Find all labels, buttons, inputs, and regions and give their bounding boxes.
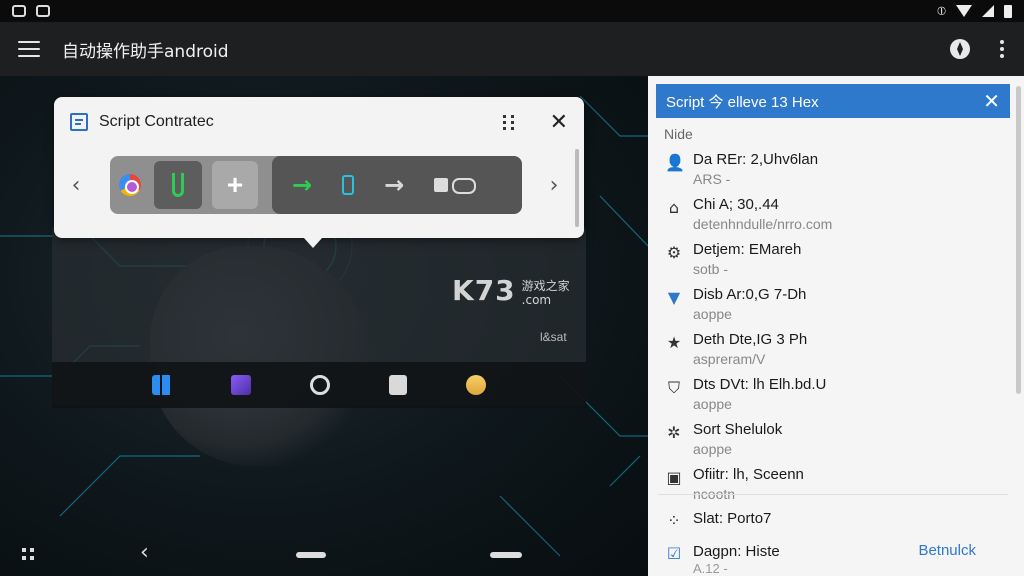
star-icon: ★ [666,333,682,352]
list-item-title: Dts DVt: lh Elh.bd.U [693,376,827,393]
list-item[interactable]: ⁘ Slat: Porto7 [648,509,1008,531]
apps-grid-icon[interactable] [22,548,34,560]
list-item-subtitle: aoppe [693,396,732,412]
list-item-title: Slat: Porto7 [693,510,772,527]
grid-app-icon[interactable] [151,375,172,395]
menu-icon[interactable] [18,41,40,57]
vibrate-icon: ⦶ [937,3,946,18]
list-item[interactable]: ★ Deth Dte,IG 3 Ph aspreram/V [648,330,1008,375]
app-title: 自动操作助手android [62,41,229,62]
gear-icon: ⚙ [666,243,682,262]
status-bar: ⦶ [0,0,1024,22]
checkbox-icon: ☑ [666,544,682,563]
clip-icon [172,173,184,197]
list-item-title: Ofiitr: lh, Sceenn [693,466,804,483]
home-icon: ⌂ [668,198,680,217]
back-icon[interactable]: ‹ [140,540,149,565]
list-item-title: Detjem: EMareh [693,241,802,258]
phone-icon[interactable] [342,175,355,195]
script-icon [70,113,88,131]
list-item[interactable]: ▣ Ofiitr: lh, Sceenn ncootn [648,465,1008,510]
shield-icon: ▼ [667,288,681,307]
chevron-left-icon[interactable]: ‹ [66,173,86,198]
arrow-right-green-icon[interactable]: → [292,171,312,199]
watermark-logo: K73 [452,274,516,307]
close-icon[interactable]: ✕ [550,111,568,133]
status-right: ⦶ [937,4,1012,19]
side-panel-scrollbar[interactable] [1016,86,1021,394]
media-app-icon[interactable] [230,375,251,395]
divider [658,494,1008,495]
list-item[interactable]: ⛉ Dts DVt: lh Elh.bd.U aoppe [648,375,1008,420]
gear-outline-icon: ✲ [667,423,681,442]
side-panel-header: Script 今 elleve 13 Hex ✕ [656,84,1010,118]
script-toolbar-panel: Script Contratec ✕ ‹ + → → › [54,97,584,238]
app-bar: 自动操作助手android [0,22,1024,76]
background-label: l&sat [540,330,567,344]
shield-outline-icon: ⛉ [667,378,680,397]
panel-toolbar: ‹ + → → › [54,155,584,215]
notification-icon [12,5,26,17]
list-item[interactable]: ⚙ Detjem: EMareh sotb - [648,240,1008,285]
status-left [12,5,50,17]
app-actions [950,39,1006,59]
browser-icon [119,174,141,196]
panel-scrollbar[interactable] [575,149,579,227]
watermark-bottom: .com [521,293,552,307]
side-panel-title: Script 今 elleve 13 Hex [666,93,819,111]
list-item-subtitle: A.12 - [693,561,728,576]
side-panel-list: 👤 Da REr: 2,Uhv6lan ARS - ⌂ Chi A; 30,.4… [648,150,1008,510]
book-app-icon[interactable] [389,375,408,395]
recents-pill[interactable] [490,552,522,558]
wifi-icon [956,5,972,17]
chevron-right-icon[interactable]: › [544,173,564,198]
briefcase-icon: ▣ [666,468,682,487]
list-item-subtitle: ARS - [693,171,731,187]
person-icon: 👤 [665,153,685,172]
arrow-right-icon[interactable]: → [384,171,404,199]
close-icon[interactable]: ✕ [983,89,1000,114]
search-app-icon[interactable] [309,375,330,395]
list-item-title: Disb Ar:0,G 7-Dh [693,286,807,303]
app-notification-icon [36,5,50,17]
list-item-subtitle: aspreram/V [693,351,766,367]
watermark-top: 游戏之家 [521,279,570,293]
list-item-subtitle: sotb - [693,261,729,277]
list-item[interactable]: ✲ Sort Shelulok aoppe [648,420,1008,465]
tool-strip: + → → [110,156,522,214]
side-panel-link[interactable]: Betnulck [918,542,976,559]
watermark: K73 游戏之家 .com [452,274,570,307]
action-group: → → [272,156,522,214]
list-item-title: Da REr: 2,Uhv6lan [693,151,819,168]
watermark-text: 游戏之家 .com [522,279,570,307]
compass-icon[interactable] [950,39,970,59]
list-item[interactable]: 👤 Da REr: 2,Uhv6lan ARS - [648,150,1008,195]
browser-tool-button[interactable] [110,161,150,209]
panel-header: Script Contratec ✕ [54,97,584,147]
list-item[interactable]: ▼ Disb Ar:0,G 7-Dh aoppe [648,285,1008,330]
list-item-subtitle: aoppe [693,306,732,322]
list-item[interactable]: ⌂ Chi A; 30,.44 detenhndulle/nrro.com [648,195,1008,240]
side-panel: Script 今 elleve 13 Hex ✕ Nide 👤 Da REr: … [648,76,1024,576]
battery-icon [1004,4,1012,18]
add-tool-button[interactable]: + [212,161,258,209]
section-label: Nide [664,126,693,142]
signal-icon [982,5,994,17]
list-item-title: Sort Shelulok [693,421,783,438]
list-item[interactable]: ☑ Dagpn: Histe A.12 - Betnulck [648,542,1008,576]
app-dock [52,362,586,408]
grid-icon: ⁘ [667,511,681,530]
attach-tool-button[interactable] [154,161,202,209]
more-options-icon[interactable] [1000,40,1004,58]
panel-title: Script Contratec [99,113,214,130]
home-pill[interactable] [296,552,326,558]
list-item-subtitle: aoppe [693,441,732,457]
list-item-title: Chi A; 30,.44 [693,196,779,213]
drag-handle-icon[interactable] [502,114,514,130]
toggle-icon[interactable] [434,176,477,194]
list-item-subtitle: detenhndulle/nrro.com [693,216,833,232]
list-item-title: Deth Dte,IG 3 Ph [693,331,808,348]
face-app-icon[interactable] [466,375,487,395]
